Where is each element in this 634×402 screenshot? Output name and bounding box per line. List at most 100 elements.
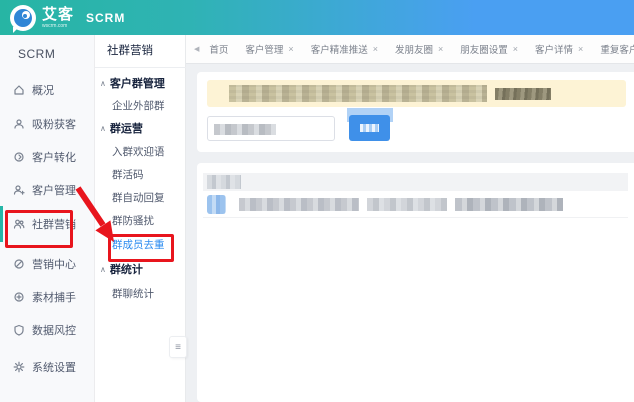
subnav-item-label: 入群欢迎语 bbox=[112, 144, 165, 159]
primary-sidebar: SCRM 概况 吸粉获客 客户转化 客户管理 社群营销 营销中心 素材捕 bbox=[0, 35, 95, 402]
sidebar-item-label: 素材捕手 bbox=[32, 289, 76, 305]
scrm-app-window: 艾客 wscrm.com SCRM SCRM 概况 吸粉获客 客户转化 客户管理… bbox=[0, 0, 634, 402]
tab-label: 发朋友圈 bbox=[395, 42, 433, 56]
subnav-group-label: 群统计 bbox=[110, 261, 143, 277]
notice-banner bbox=[207, 80, 626, 107]
tab-customer-detail[interactable]: 客户详情 × bbox=[535, 42, 583, 56]
subnav-group-customer-groups[interactable]: ∧ 客户群管理 bbox=[100, 75, 165, 91]
subnav-item-label: 企业外部群 bbox=[112, 98, 165, 113]
user-icon bbox=[13, 118, 25, 130]
sidebar-title: SCRM bbox=[18, 47, 55, 61]
sidebar-item-label: 系统设置 bbox=[32, 359, 76, 375]
table-row[interactable] bbox=[203, 194, 628, 218]
tab-label: 客户管理 bbox=[245, 42, 283, 56]
main-area: ◀ 首页 客户管理 × 客户精准推送 × 发朋友圈 × 朋友圈设置 × 客户详情 bbox=[186, 35, 634, 402]
sidebar-item-marketing-center[interactable]: 营销中心 bbox=[0, 251, 95, 277]
logo-icon bbox=[10, 5, 36, 31]
convert-icon bbox=[13, 151, 25, 163]
app-logo[interactable]: 艾客 wscrm.com bbox=[10, 5, 74, 31]
users-icon bbox=[13, 218, 25, 230]
chevron-up-icon: ∧ bbox=[100, 265, 106, 274]
sidebar-item-data-risk-control[interactable]: 数据风控 bbox=[0, 317, 95, 343]
tab-label: 重复客户 bbox=[600, 42, 634, 56]
subnav-item-group-live-code[interactable]: 群活码 bbox=[112, 166, 144, 182]
user-manage-icon bbox=[13, 184, 25, 196]
subnav-group-label: 群运营 bbox=[110, 120, 143, 136]
redacted-cell-text bbox=[367, 198, 447, 211]
close-icon[interactable]: × bbox=[373, 44, 378, 54]
subnav-item-external-groups[interactable]: 企业外部群 bbox=[112, 97, 165, 113]
sidebar-item-acquire-fans[interactable]: 吸粉获客 bbox=[0, 111, 95, 137]
redacted-cell-text bbox=[455, 198, 563, 211]
row-avatar bbox=[207, 195, 226, 214]
subnav-group-label: 客户群管理 bbox=[110, 75, 165, 91]
subnav-group-group-statistics[interactable]: ∧ 群统计 bbox=[100, 261, 143, 277]
filter-card bbox=[197, 72, 634, 152]
gear-icon bbox=[13, 361, 25, 373]
subnav-item-welcome-message[interactable]: 入群欢迎语 bbox=[112, 143, 165, 159]
tab-label: 首页 bbox=[209, 42, 228, 56]
sidebar-item-label: 营销中心 bbox=[32, 256, 76, 272]
subnav-item-label: 群成员去重 bbox=[112, 237, 165, 252]
dedup-query-button[interactable] bbox=[349, 115, 390, 141]
sidebar-item-community-marketing[interactable]: 社群营销 bbox=[0, 211, 95, 237]
top-bar: 艾客 wscrm.com SCRM bbox=[0, 0, 634, 35]
subnav-item-auto-reply[interactable]: 群自动回复 bbox=[112, 189, 165, 205]
logo-cn-label: 艾客 bbox=[42, 7, 74, 22]
shield-icon bbox=[13, 324, 25, 336]
redacted-button-label bbox=[360, 124, 379, 132]
sidebar-item-label: 数据风控 bbox=[32, 322, 76, 338]
tab-label: 客户精准推送 bbox=[311, 42, 368, 56]
redacted-cell-text bbox=[239, 198, 359, 211]
collapse-sidebar-handle[interactable]: ≡ bbox=[169, 336, 187, 358]
sidebar-item-system-settings[interactable]: 系统设置 bbox=[0, 354, 95, 380]
redacted-input-value bbox=[214, 124, 276, 135]
redacted-banner-text bbox=[229, 85, 487, 102]
logo-text: 艾客 wscrm.com bbox=[42, 7, 74, 29]
tab-post-moments[interactable]: 发朋友圈 × bbox=[395, 42, 443, 56]
tabs-back-icon[interactable]: ◀ bbox=[194, 45, 199, 53]
marketing-icon bbox=[13, 258, 25, 270]
secondary-sidebar: 社群营销 ∧ 客户群管理 企业外部群 ∧ 群运营 入群欢迎语 群活码 群自动回复… bbox=[95, 35, 186, 402]
subnav-item-anti-harassment[interactable]: 群防骚扰 bbox=[112, 212, 154, 228]
sidebar-item-overview[interactable]: 概况 bbox=[0, 77, 95, 103]
subnav-title: 社群营销 bbox=[95, 35, 186, 68]
chevron-up-icon: ∧ bbox=[100, 79, 106, 88]
chevron-up-icon: ∧ bbox=[100, 124, 106, 133]
subnav-item-label: 群聊统计 bbox=[112, 286, 154, 301]
tab-label: 客户详情 bbox=[535, 42, 573, 56]
tab-bar: ◀ 首页 客户管理 × 客户精准推送 × 发朋友圈 × 朋友圈设置 × 客户详情 bbox=[186, 35, 634, 64]
redacted-column-header bbox=[207, 175, 241, 189]
tab-label: 朋友圈设置 bbox=[460, 42, 508, 56]
close-icon[interactable]: × bbox=[578, 44, 583, 54]
subnav-item-chat-statistics[interactable]: 群聊统计 bbox=[112, 285, 154, 301]
subnav-item-label: 群自动回复 bbox=[112, 190, 165, 205]
close-icon[interactable]: × bbox=[513, 44, 518, 54]
sidebar-item-label: 吸粉获客 bbox=[32, 116, 76, 132]
table-header-row bbox=[203, 173, 628, 191]
sidebar-item-label: 社群营销 bbox=[32, 216, 76, 232]
material-icon bbox=[13, 291, 25, 303]
sidebar-item-material-catcher[interactable]: 素材捕手 bbox=[0, 284, 95, 310]
sidebar-item-customer-conversion[interactable]: 客户转化 bbox=[0, 144, 95, 170]
redacted-banner-note bbox=[495, 88, 551, 100]
close-icon[interactable]: × bbox=[438, 44, 443, 54]
tab-customer-management[interactable]: 客户管理 × bbox=[245, 42, 293, 56]
sidebar-item-label: 客户管理 bbox=[32, 182, 76, 198]
close-icon[interactable]: × bbox=[288, 44, 293, 54]
subnav-item-member-dedup[interactable]: 群成员去重 bbox=[112, 236, 165, 252]
tab-moments-settings[interactable]: 朋友圈设置 × bbox=[460, 42, 518, 56]
subnav-item-label: 群活码 bbox=[112, 167, 144, 182]
tab-precise-push[interactable]: 客户精准推送 × bbox=[311, 42, 378, 56]
home-icon bbox=[13, 84, 25, 96]
collapse-sidebar-icon: ≡ bbox=[175, 342, 181, 353]
sidebar-item-customer-management[interactable]: 客户管理 bbox=[0, 177, 95, 203]
subnav-item-label: 群防骚扰 bbox=[112, 213, 154, 228]
active-indicator-bar bbox=[0, 206, 3, 242]
subnav-group-group-operations[interactable]: ∧ 群运营 bbox=[100, 120, 143, 136]
tab-duplicate-customers[interactable]: 重复客户 bbox=[600, 42, 634, 56]
tab-home[interactable]: 首页 bbox=[209, 42, 228, 56]
logo-domain-label: wscrm.com bbox=[42, 24, 74, 29]
group-select-input[interactable] bbox=[207, 116, 335, 141]
sidebar-item-label: 概况 bbox=[32, 82, 54, 98]
